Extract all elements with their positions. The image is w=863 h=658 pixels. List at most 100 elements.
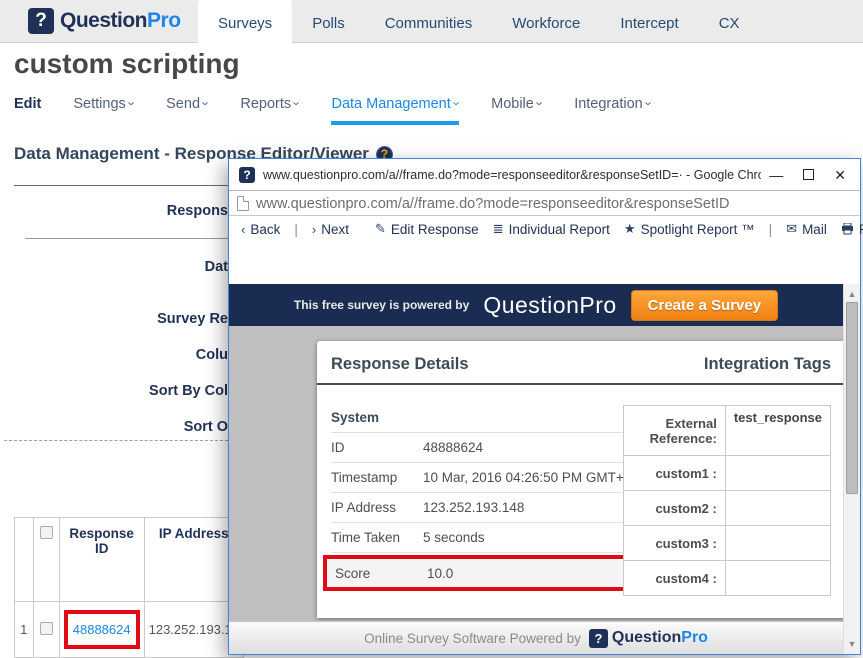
tab-cx[interactable]: CX: [699, 0, 760, 46]
header-checkbox-cell: [33, 518, 59, 602]
tab-surveys[interactable]: Surveys: [198, 0, 292, 46]
print-icon: [841, 223, 854, 235]
tab-polls[interactable]: Polls: [292, 0, 365, 46]
chevron-left-icon: ‹: [241, 222, 245, 237]
popup-url-bar[interactable]: www.questionpro.com/a//frame.do?mode=res…: [229, 192, 860, 216]
response-editor-popup-window: ? www.questionpro.com/a//frame.do?mode=r…: [228, 158, 861, 655]
form-label-sort-by-col: Sort By Col: [149, 383, 228, 399]
chevron-down-icon: ›: [199, 101, 214, 105]
create-a-survey-button[interactable]: Create a Survey: [631, 290, 778, 321]
next-button[interactable]: ›Next: [312, 222, 349, 237]
response-details-panel: Response Details Integration Tags System…: [317, 341, 845, 618]
subnav-edit[interactable]: Edit: [14, 96, 41, 122]
powered-by-banner: This free survey is powered by QuestionP…: [229, 284, 843, 326]
minimize-button[interactable]: —: [769, 168, 783, 182]
footer-text: Online Survey Software Powered by: [364, 631, 581, 646]
integration-tags-table: External Reference: test_response custom…: [623, 405, 831, 596]
window-controls: — ✕: [769, 168, 850, 182]
external-reference-value[interactable]: test_response: [725, 406, 830, 456]
popup-footer: Online Survey Software Powered by ? Ques…: [229, 621, 843, 654]
banner-brand: QuestionPro: [483, 292, 616, 319]
row-number: 1: [15, 602, 34, 658]
chevron-down-icon: ›: [124, 101, 139, 105]
mail-button[interactable]: ✉Mail: [786, 221, 827, 237]
banner-text: This free survey is powered by: [294, 298, 469, 312]
detail-row-score-highlighted: Score 10.0: [323, 555, 639, 591]
page-icon: [237, 196, 249, 211]
popup-scrollbar[interactable]: ▲ ▼: [843, 284, 860, 654]
page-title: custom scripting: [14, 48, 240, 80]
toolbar-separator: |: [294, 222, 298, 237]
scroll-down-arrow[interactable]: ▼: [844, 636, 860, 652]
popup-content-area: Response Details Integration Tags System…: [229, 326, 843, 654]
mail-icon: ✉: [786, 221, 797, 237]
spotlight-report-button[interactable]: ★Spotlight Report ™: [624, 221, 755, 237]
responses-table-header: Response ID IP Address: [15, 518, 244, 602]
table-row: 1 48888624 123.252.193.14: [15, 602, 244, 658]
primary-tabs: Surveys Polls Communities Workforce Inte…: [198, 0, 760, 46]
form-label-response: Respons: [167, 203, 228, 219]
custom4-value[interactable]: [725, 561, 830, 596]
tab-communities[interactable]: Communities: [365, 0, 493, 46]
row-checkbox[interactable]: [40, 622, 53, 635]
system-details-list: System ID 48888624 Timestamp 10 Mar, 201…: [331, 403, 631, 591]
panel-divider: [317, 383, 845, 385]
chevron-down-icon: ›: [290, 101, 305, 105]
chevron-down-icon: ›: [533, 101, 548, 105]
form-label-columns: Colu: [196, 347, 228, 363]
close-button[interactable]: ✕: [834, 168, 846, 182]
detail-row-timestamp: Timestamp 10 Mar, 2016 04:26:50 PM GMT+1…: [331, 463, 631, 493]
subnav-send[interactable]: Send›: [166, 96, 208, 122]
top-navigation-bar: ? QuestionPro Surveys Polls Communities …: [0, 0, 863, 43]
scroll-up-arrow[interactable]: ▲: [844, 286, 860, 302]
edit-response-button[interactable]: ✎Edit Response: [375, 221, 479, 237]
header-row-number: [15, 518, 34, 602]
response-id-link[interactable]: 48888624: [73, 622, 131, 637]
toolbar-separator: |: [769, 222, 773, 237]
edit-icon: ✎: [375, 221, 386, 237]
subnav-reports[interactable]: Reports›: [240, 96, 299, 122]
custom2-value[interactable]: [725, 491, 830, 526]
footer-questionpro-logo[interactable]: ? QuestionPro: [589, 629, 708, 648]
subnav-mobile[interactable]: Mobile›: [491, 96, 542, 122]
chevron-down-icon: ›: [449, 101, 464, 105]
chevron-down-icon: ›: [641, 101, 656, 105]
tag-row-custom2: custom2 :: [623, 491, 830, 526]
response-details-heading: Response Details: [331, 355, 469, 374]
back-button[interactable]: ‹Back: [241, 222, 280, 237]
tag-row-external-reference: External Reference: test_response: [623, 406, 830, 456]
logo-text-question: Question: [60, 9, 147, 32]
custom1-value[interactable]: [725, 456, 830, 491]
questionpro-favicon: ?: [239, 167, 255, 183]
maximize-button[interactable]: [803, 169, 814, 180]
popup-url-text: www.questionpro.com/a//frame.do?mode=res…: [256, 196, 730, 212]
subnav-data-management[interactable]: Data Management›: [331, 96, 459, 122]
select-all-checkbox[interactable]: [40, 526, 53, 539]
subnav-settings[interactable]: Settings›: [73, 96, 134, 122]
tag-row-custom1: custom1 :: [623, 456, 830, 491]
scrollbar-thumb[interactable]: [846, 302, 858, 494]
form-label-survey-re: Survey Re: [157, 311, 228, 327]
detail-row-ip-address: IP Address 123.252.193.148: [331, 493, 631, 523]
questionpro-logo-icon: ?: [28, 8, 54, 34]
survey-subnav: Edit Settings› Send› Reports› Data Manag…: [14, 96, 651, 122]
questionpro-logo-icon: ?: [589, 629, 608, 648]
individual-report-button[interactable]: ≣Individual Report: [493, 221, 610, 237]
custom3-value[interactable]: [725, 526, 830, 561]
logo-text-pro: Pro: [147, 9, 181, 32]
tab-workforce[interactable]: Workforce: [492, 0, 600, 46]
list-icon: ≣: [493, 221, 504, 237]
tag-row-custom3: custom3 :: [623, 526, 830, 561]
detail-row-system: System: [331, 403, 631, 433]
chevron-right-icon: ›: [312, 222, 316, 237]
response-toolbar: ‹Back | ›Next ✎Edit Response ≣Individual…: [229, 217, 860, 241]
integration-tags-heading: Integration Tags: [704, 355, 831, 374]
responses-table: Response ID IP Address 1 48888624 123.25…: [14, 517, 244, 658]
form-label-sort-order: Sort O: [184, 419, 228, 435]
dashed-divider: [4, 440, 228, 441]
tab-intercept[interactable]: Intercept: [600, 0, 698, 46]
questionpro-logo[interactable]: ? QuestionPro: [28, 8, 181, 34]
popup-title-bar[interactable]: ? www.questionpro.com/a//frame.do?mode=r…: [229, 159, 860, 191]
subnav-integration[interactable]: Integration›: [574, 96, 651, 122]
print-button[interactable]: Print: [841, 222, 863, 237]
